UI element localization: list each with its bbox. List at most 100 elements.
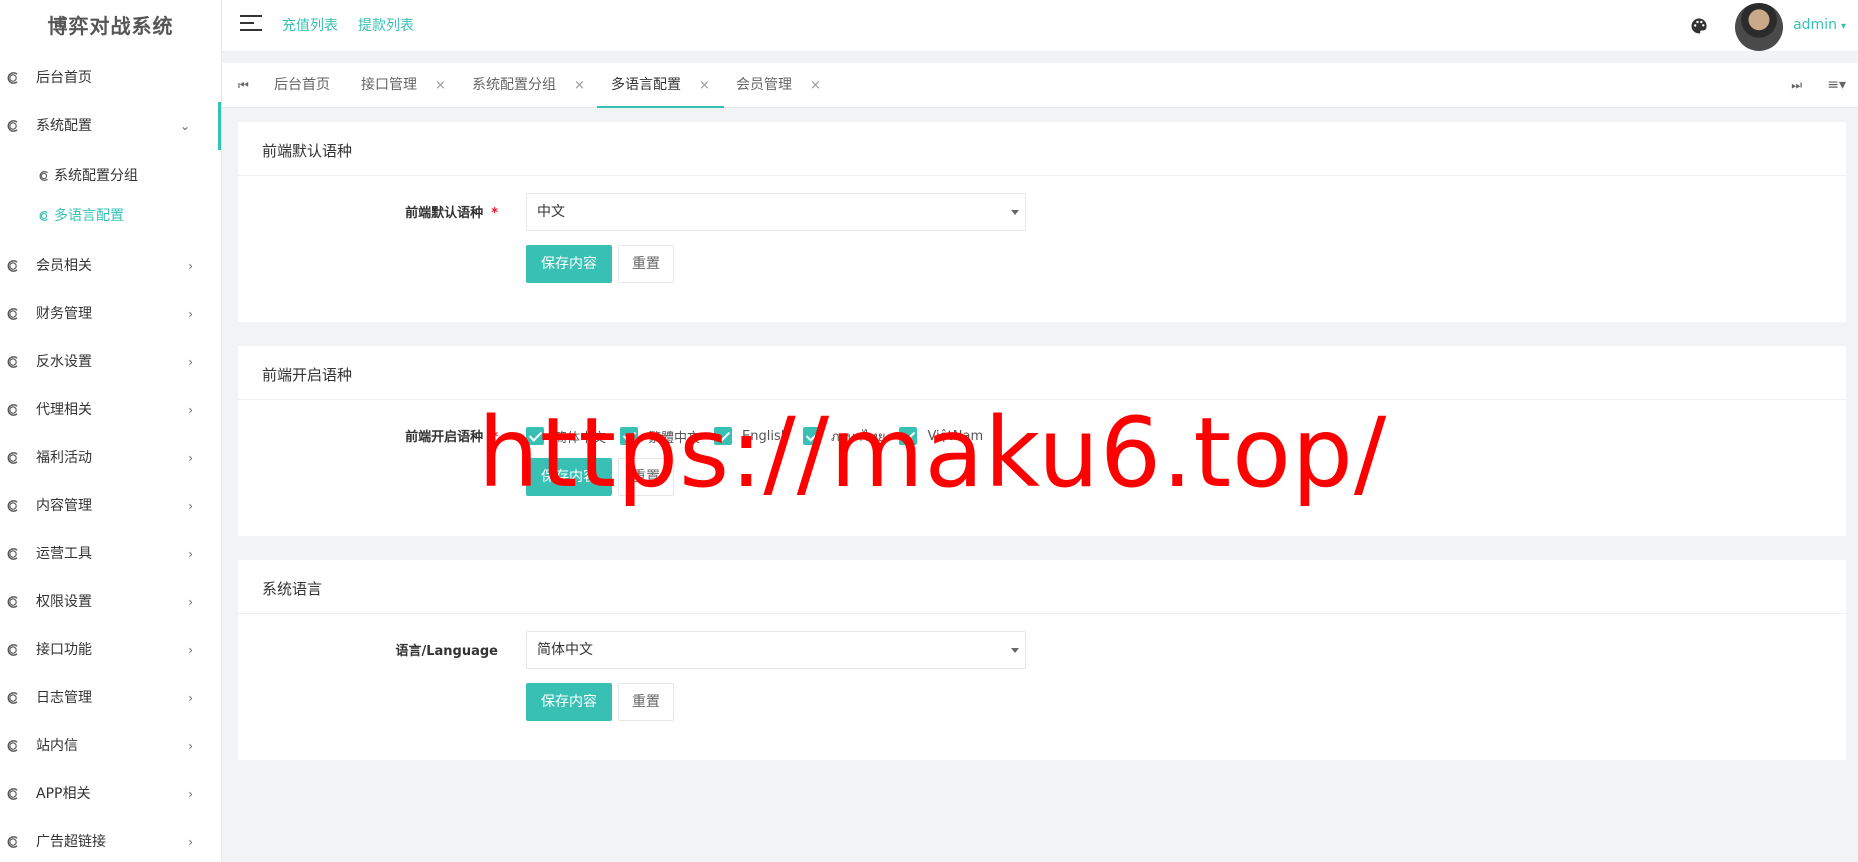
app-logo: 博弈对战系统 bbox=[47, 14, 174, 38]
caret-down-icon: ▾ bbox=[1840, 21, 1846, 32]
tabs-scroll-right-icon[interactable]: ⏭ bbox=[1791, 63, 1802, 108]
sidebar-item-logs[interactable]: 日志管理 › bbox=[0, 674, 221, 722]
chevron-right-icon: › bbox=[188, 835, 193, 849]
tab-member-management[interactable]: 会员管理 × bbox=[736, 63, 821, 108]
sidebar-item-content[interactable]: 内容管理 › bbox=[0, 482, 221, 530]
circle-icon bbox=[7, 740, 18, 752]
language-checkbox-group: 简体中文 繁體中文 English ภาษาไทย ViệtNam bbox=[526, 426, 997, 446]
sidebar-item-app[interactable]: APP相关 › bbox=[0, 770, 221, 818]
sidebar-item-finance[interactable]: 财务管理 › bbox=[0, 290, 221, 338]
sidebar-subitem-multilang[interactable]: 多语言配置 bbox=[0, 196, 221, 236]
card-title: 前端开启语种 bbox=[238, 346, 1846, 400]
tabs-bar: ⏮ 后台首页 接口管理 × 系统配置分组 × 多语言配置 × 会员管理 × ⏭ ≡▾ bbox=[222, 63, 1858, 108]
user-menu[interactable]: admin ▾ bbox=[1793, 0, 1846, 52]
save-button[interactable]: 保存内容 bbox=[526, 245, 612, 283]
palette-icon[interactable] bbox=[1690, 17, 1708, 35]
tabs-scroll-left-icon[interactable]: ⏮ bbox=[238, 63, 249, 108]
required-mark: * bbox=[491, 430, 498, 445]
chevron-right-icon: › bbox=[188, 451, 193, 465]
checkbox-traditional-chinese[interactable]: 繁體中文 bbox=[620, 427, 700, 446]
sidebar-item-welfare[interactable]: 福利活动 › bbox=[0, 434, 221, 482]
sidebar-item-system-config[interactable]: 系统配置 ⌄ bbox=[0, 102, 221, 150]
field-label: 前端默认语种 * bbox=[405, 206, 498, 221]
required-mark: * bbox=[491, 206, 498, 221]
circle-icon bbox=[7, 120, 18, 132]
tab-home[interactable]: 后台首页 bbox=[274, 63, 330, 108]
close-icon[interactable]: × bbox=[435, 78, 446, 93]
card-default-language: 前端默认语种 前端默认语种 * 中文 保存内容 重置 bbox=[238, 122, 1846, 322]
tab-multilang[interactable]: 多语言配置 × bbox=[597, 63, 724, 108]
reset-button[interactable]: 重置 bbox=[618, 458, 674, 496]
recharge-list-link[interactable]: 充值列表 bbox=[282, 0, 338, 52]
sidebar-item-home[interactable]: 后台首页 bbox=[0, 54, 221, 102]
sidebar-item-rebate[interactable]: 反水设置 › bbox=[0, 338, 221, 386]
sidebar-item-messages[interactable]: 站内信 › bbox=[0, 722, 221, 770]
chevron-right-icon: › bbox=[188, 355, 193, 369]
reset-button[interactable]: 重置 bbox=[618, 683, 674, 721]
card-title: 前端默认语种 bbox=[238, 122, 1846, 176]
chevron-right-icon: › bbox=[188, 643, 193, 657]
circle-icon bbox=[39, 171, 48, 181]
chevron-right-icon: › bbox=[188, 307, 193, 321]
avatar[interactable] bbox=[1735, 3, 1783, 51]
checkbox-thai[interactable]: ภาษาไทย bbox=[802, 426, 885, 447]
circle-icon bbox=[7, 692, 18, 704]
checkmark-icon bbox=[899, 427, 918, 445]
withdraw-list-link[interactable]: 提款列表 bbox=[358, 0, 414, 52]
checkbox-vietnamese[interactable]: ViệtNam bbox=[899, 427, 983, 445]
circle-icon bbox=[7, 788, 18, 800]
circle-icon bbox=[7, 500, 18, 512]
card-title: 系统语言 bbox=[238, 560, 1846, 614]
close-icon[interactable]: × bbox=[574, 78, 585, 93]
checkmark-icon bbox=[620, 427, 639, 445]
circle-icon bbox=[7, 356, 18, 368]
save-button[interactable]: 保存内容 bbox=[526, 683, 612, 721]
tab-api-management[interactable]: 接口管理 × bbox=[361, 63, 446, 108]
tab-config-group[interactable]: 系统配置分组 × bbox=[472, 63, 585, 108]
checkbox-simplified-chinese[interactable]: 简体中文 bbox=[526, 427, 606, 446]
sidebar-item-api[interactable]: 接口功能 › bbox=[0, 626, 221, 674]
circle-icon bbox=[7, 596, 18, 608]
save-button[interactable]: 保存内容 bbox=[526, 458, 612, 496]
circle-icon bbox=[7, 644, 18, 656]
top-header: 充值列表 提款列表 admin ▾ bbox=[222, 0, 1858, 52]
card-enabled-languages: 前端开启语种 前端开启语种 * 简体中文 繁體中文 English ภาษาไทย… bbox=[238, 346, 1846, 536]
circle-icon bbox=[7, 548, 18, 560]
default-language-select[interactable]: 中文 bbox=[526, 193, 1026, 231]
close-icon[interactable]: × bbox=[810, 78, 821, 93]
field-label: 前端开启语种 * bbox=[405, 430, 498, 445]
system-language-select[interactable]: 简体中文 bbox=[526, 631, 1026, 669]
chevron-down-icon: ⌄ bbox=[179, 119, 190, 133]
tabs-menu-icon[interactable]: ≡▾ bbox=[1827, 63, 1846, 108]
caret-down-icon bbox=[1011, 648, 1019, 653]
chevron-right-icon: › bbox=[188, 259, 193, 273]
checkmark-icon bbox=[526, 427, 544, 445]
sidebar-item-ops-tools[interactable]: 运营工具 › bbox=[0, 530, 221, 578]
reset-button[interactable]: 重置 bbox=[618, 245, 674, 283]
sidebar-item-ad-links[interactable]: 广告超链接 › bbox=[0, 818, 221, 862]
circle-icon bbox=[7, 452, 18, 464]
sidebar: 博弈对战系统 后台首页 系统配置 ⌄ 系统配置分组 多语言配置 会员相关 › 财… bbox=[0, 0, 222, 862]
close-icon[interactable]: × bbox=[699, 78, 710, 93]
checkbox-english[interactable]: English bbox=[714, 427, 789, 445]
circle-icon bbox=[39, 211, 48, 221]
circle-icon bbox=[7, 260, 18, 272]
circle-icon bbox=[7, 836, 18, 848]
circle-icon bbox=[7, 72, 18, 84]
sidebar-item-permissions[interactable]: 权限设置 › bbox=[0, 578, 221, 626]
chevron-right-icon: › bbox=[188, 691, 193, 705]
caret-down-icon bbox=[1011, 210, 1019, 215]
checkmark-icon bbox=[802, 427, 821, 445]
sidebar-item-members[interactable]: 会员相关 › bbox=[0, 242, 221, 290]
checkmark-icon bbox=[714, 427, 733, 445]
menu-toggle-icon[interactable] bbox=[240, 15, 262, 35]
chevron-right-icon: › bbox=[188, 787, 193, 801]
card-system-language: 系统语言 语言/Language 简体中文 保存内容 重置 bbox=[238, 560, 1846, 760]
chevron-right-icon: › bbox=[188, 547, 193, 561]
chevron-right-icon: › bbox=[188, 499, 193, 513]
chevron-right-icon: › bbox=[188, 595, 193, 609]
circle-icon bbox=[7, 308, 18, 320]
chevron-right-icon: › bbox=[188, 403, 193, 417]
sidebar-subitem-config-group[interactable]: 系统配置分组 bbox=[0, 156, 221, 196]
sidebar-item-agents[interactable]: 代理相关 › bbox=[0, 386, 221, 434]
